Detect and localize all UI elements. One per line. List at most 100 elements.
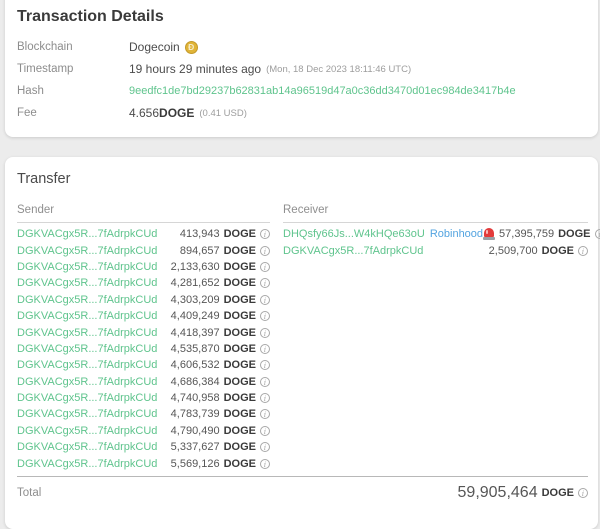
- doge-unit: DOGE: [224, 343, 256, 355]
- info-icon[interactable]: [260, 246, 270, 256]
- doge-unit: DOGE: [542, 487, 574, 499]
- sender-address-link[interactable]: DGKVACgx5R...7fAdrpkCUd: [17, 458, 157, 470]
- amount-value: 4,409,249: [171, 310, 220, 322]
- doge-unit: DOGE: [224, 458, 256, 470]
- sender-address-link[interactable]: DGKVACgx5R...7fAdrpkCUd: [17, 327, 157, 339]
- doge-unit: DOGE: [224, 425, 256, 437]
- sender-row: DGKVACgx5R...7fAdrpkCUd 4,281,652 DOGE: [17, 275, 270, 291]
- sender-address-link[interactable]: DGKVACgx5R...7fAdrpkCUd: [17, 392, 157, 404]
- robinhood-tag-link[interactable]: Robinhood: [430, 228, 483, 240]
- sender-address-link[interactable]: DGKVACgx5R...7fAdrpkCUd: [17, 261, 157, 273]
- receiver-header: Receiver: [283, 204, 588, 223]
- doge-unit: DOGE: [224, 245, 256, 257]
- doge-unit: DOGE: [224, 277, 256, 289]
- sender-address-link[interactable]: DGKVACgx5R...7fAdrpkCUd: [17, 310, 157, 322]
- fee-doge-unit: DOGE: [159, 106, 194, 120]
- timestamp-row: Timestamp 19 hours 29 minutes ago (Mon, …: [17, 58, 588, 80]
- sender-amount: 4,535,870 DOGE: [171, 343, 270, 355]
- info-icon[interactable]: [260, 262, 270, 272]
- sender-row: DGKVACgx5R...7fAdrpkCUd 4,418,397 DOGE: [17, 324, 270, 340]
- transaction-hash-link[interactable]: 9eedfc1de7bd29237b62831ab14a96519d47a0c3…: [129, 85, 516, 97]
- amount-value: 4,303,209: [171, 294, 220, 306]
- info-icon[interactable]: [260, 278, 270, 288]
- amount-value: 5,337,627: [171, 441, 220, 453]
- doge-unit: DOGE: [224, 310, 256, 322]
- amount-value: 413,943: [180, 228, 220, 240]
- info-icon[interactable]: [260, 393, 270, 403]
- transaction-details-card: Transaction Details Blockchain Dogecoin …: [5, 0, 598, 137]
- info-icon[interactable]: [260, 344, 270, 354]
- sender-address-link[interactable]: DGKVACgx5R...7fAdrpkCUd: [17, 441, 157, 453]
- total-amount: 59,905,464 DOGE: [458, 484, 588, 502]
- info-icon[interactable]: [260, 442, 270, 452]
- sender-amount: 4,409,249 DOGE: [171, 310, 270, 322]
- sender-amount: 4,606,532 DOGE: [171, 359, 270, 371]
- sender-address-link[interactable]: DGKVACgx5R...7fAdrpkCUd: [17, 359, 157, 371]
- sender-row: DGKVACgx5R...7fAdrpkCUd 5,569,126 DOGE: [17, 455, 270, 471]
- info-icon[interactable]: [578, 488, 588, 498]
- sender-amount: 4,418,397 DOGE: [171, 327, 270, 339]
- amount-value: 4,535,870: [171, 343, 220, 355]
- receiver-address-link[interactable]: DHQsfy66Js...W4kHQe63oU: [283, 228, 425, 240]
- info-icon[interactable]: [260, 409, 270, 419]
- receiver-address-link[interactable]: DGKVACgx5R...7fAdrpkCUd: [283, 245, 423, 257]
- amount-value: 2,133,630: [171, 261, 220, 273]
- fee-value: 4.656: [129, 106, 159, 120]
- sender-amount: 4,686,384 DOGE: [171, 376, 270, 388]
- sender-address-link[interactable]: DGKVACgx5R...7fAdrpkCUd: [17, 425, 157, 437]
- sender-address-link[interactable]: DGKVACgx5R...7fAdrpkCUd: [17, 277, 157, 289]
- transfer-title: Transfer: [13, 171, 588, 187]
- info-icon[interactable]: [578, 246, 588, 256]
- doge-unit: DOGE: [224, 408, 256, 420]
- info-icon[interactable]: [260, 459, 270, 469]
- fee-label: Fee: [17, 107, 129, 119]
- total-amount-value: 59,905,464: [458, 484, 538, 502]
- page-title: Transaction Details: [13, 8, 588, 26]
- receiver-row: DHQsfy66Js...W4kHQe63oU Robinhood 57,395…: [283, 226, 588, 242]
- doge-unit: DOGE: [224, 261, 256, 273]
- sender-row: DGKVACgx5R...7fAdrpkCUd 4,740,958 DOGE: [17, 390, 270, 406]
- receiver-amount: 2,509,700 DOGE: [489, 245, 588, 257]
- info-icon[interactable]: [260, 311, 270, 321]
- sender-address-link[interactable]: DGKVACgx5R...7fAdrpkCUd: [17, 228, 157, 240]
- hash-label: Hash: [17, 85, 129, 97]
- info-icon[interactable]: [260, 377, 270, 387]
- sender-row: DGKVACgx5R...7fAdrpkCUd 4,783,739 DOGE: [17, 406, 270, 422]
- amount-value: 894,657: [180, 245, 220, 257]
- doge-unit: DOGE: [224, 294, 256, 306]
- sender-amount: 4,281,652 DOGE: [171, 277, 270, 289]
- info-icon[interactable]: [260, 229, 270, 239]
- info-icon[interactable]: [260, 295, 270, 305]
- sender-address-link[interactable]: DGKVACgx5R...7fAdrpkCUd: [17, 245, 157, 257]
- info-icon[interactable]: [595, 229, 600, 239]
- sender-amount: 2,133,630 DOGE: [171, 261, 270, 273]
- amount-value: 4,740,958: [171, 392, 220, 404]
- sender-amount: 4,790,490 DOGE: [171, 425, 270, 437]
- info-icon[interactable]: [260, 426, 270, 436]
- sender-address-link[interactable]: DGKVACgx5R...7fAdrpkCUd: [17, 343, 157, 355]
- timestamp-value: 19 hours 29 minutes ago: [129, 62, 261, 76]
- receiver-row: DGKVACgx5R...7fAdrpkCUd 2,509,700 DOGE: [283, 242, 588, 258]
- dogecoin-icon: [185, 41, 198, 54]
- sender-row: DGKVACgx5R...7fAdrpkCUd 4,790,490 DOGE: [17, 423, 270, 439]
- amount-value: 57,395,759: [499, 228, 554, 240]
- sender-address-link[interactable]: DGKVACgx5R...7fAdrpkCUd: [17, 408, 157, 420]
- sender-address-link[interactable]: DGKVACgx5R...7fAdrpkCUd: [17, 294, 157, 306]
- transaction-details-rows: Blockchain Dogecoin Timestamp 19 hours 2…: [13, 36, 588, 124]
- blockchain-value: Dogecoin: [129, 40, 180, 54]
- sender-amount: 5,337,627 DOGE: [171, 441, 270, 453]
- receiver-column: Receiver DHQsfy66Js...W4kHQe63oU Robinho…: [283, 204, 588, 472]
- sender-row: DGKVACgx5R...7fAdrpkCUd 4,535,870 DOGE: [17, 341, 270, 357]
- hash-row: Hash 9eedfc1de7bd29237b62831ab14a96519d4…: [17, 80, 588, 102]
- doge-unit: DOGE: [224, 327, 256, 339]
- info-icon[interactable]: [260, 328, 270, 338]
- info-icon[interactable]: [260, 360, 270, 370]
- sender-rows: DGKVACgx5R...7fAdrpkCUd 413,943 DOGE DGK…: [17, 223, 270, 472]
- sender-row: DGKVACgx5R...7fAdrpkCUd 894,657 DOGE: [17, 242, 270, 258]
- doge-unit: DOGE: [224, 441, 256, 453]
- transfer-card: Transfer Sender DGKVACgx5R...7fAdrpkCUd …: [5, 157, 598, 529]
- sender-row: DGKVACgx5R...7fAdrpkCUd 2,133,630 DOGE: [17, 259, 270, 275]
- sender-address-link[interactable]: DGKVACgx5R...7fAdrpkCUd: [17, 376, 157, 388]
- timestamp-note: (Mon, 18 Dec 2023 18:11:46 UTC): [266, 64, 411, 75]
- amount-value: 4,281,652: [171, 277, 220, 289]
